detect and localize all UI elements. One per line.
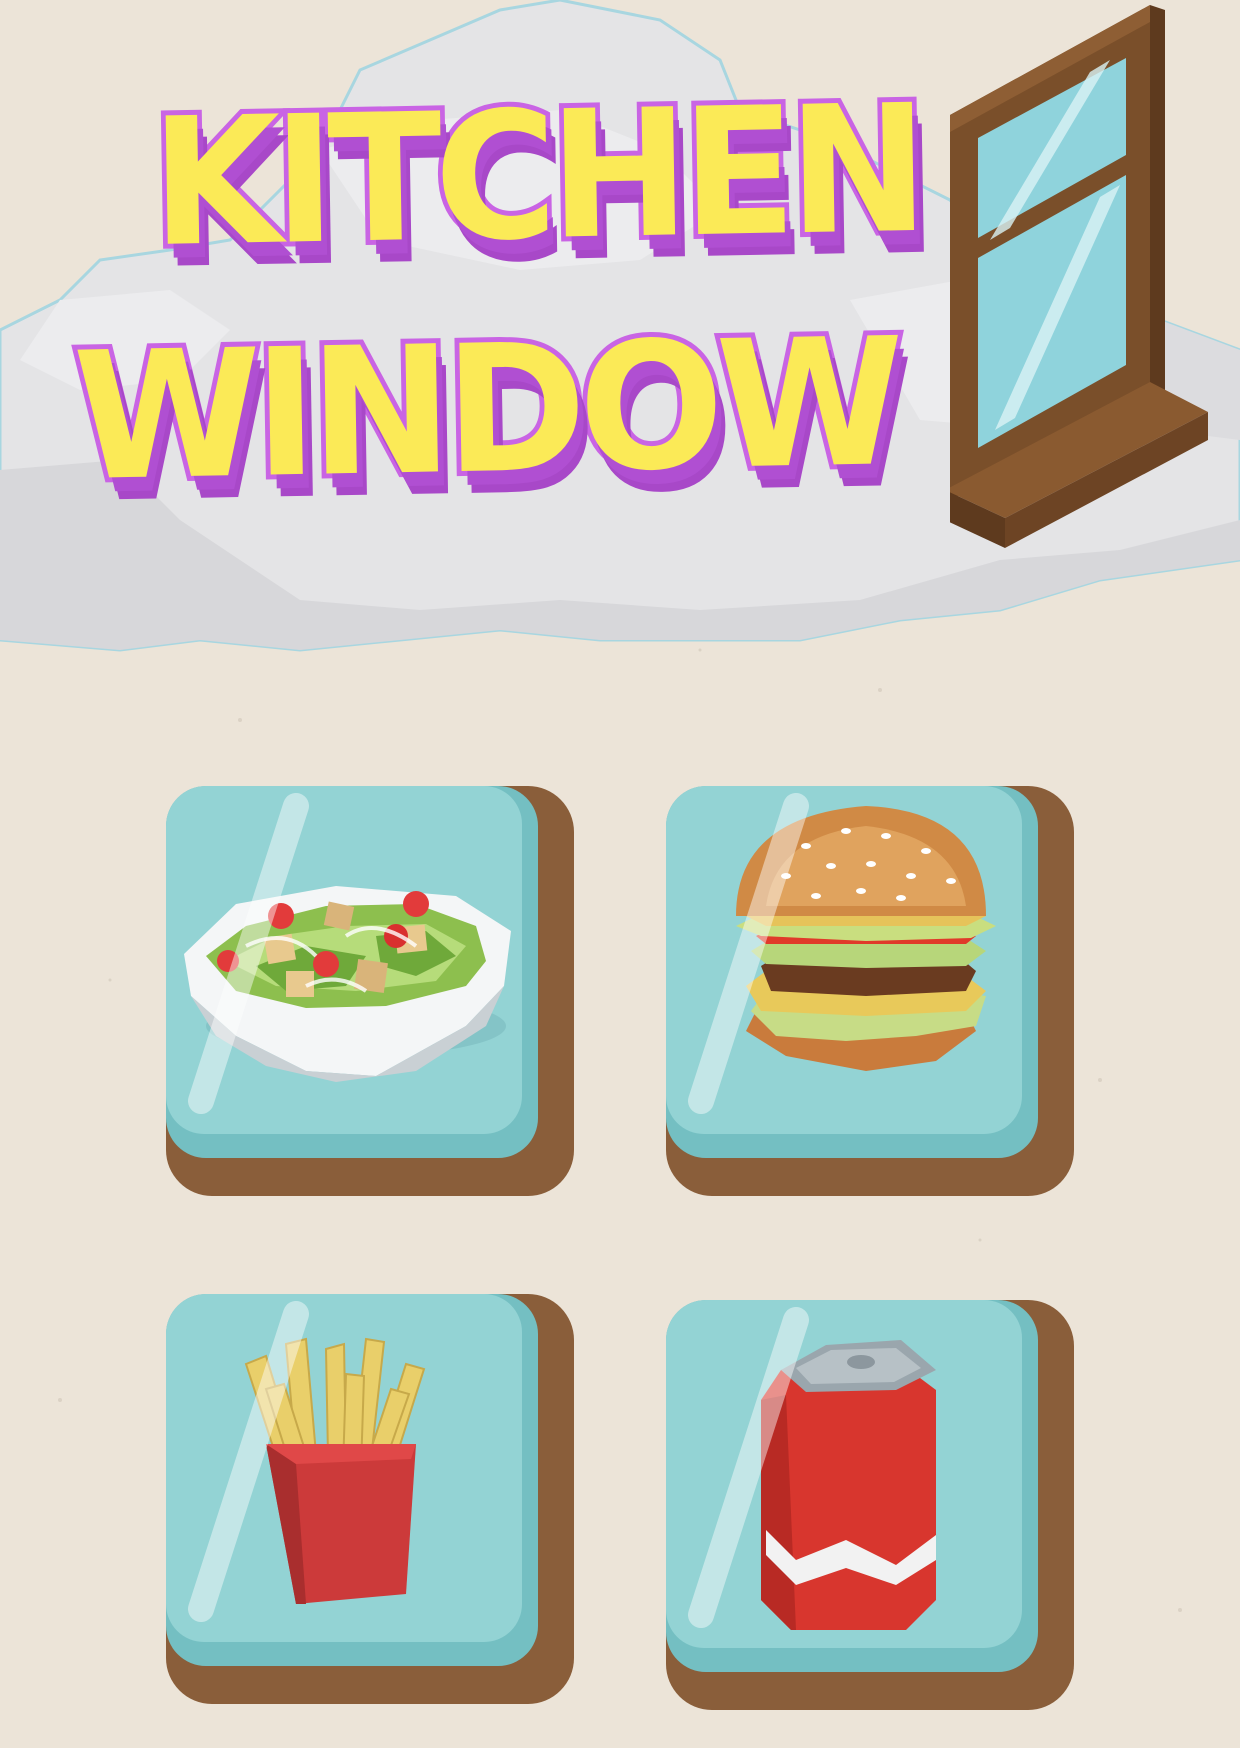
- tile-fries[interactable]: [166, 1294, 574, 1704]
- tile-burger[interactable]: [666, 786, 1074, 1196]
- title-line-2: WINDOW: [67, 295, 903, 525]
- french-fries-icon: [244, 1337, 426, 1604]
- salad-bowl-icon: [184, 886, 511, 1082]
- window-icon: [950, 5, 1208, 548]
- tile-salad[interactable]: [166, 786, 574, 1196]
- soda-can-icon: [761, 1340, 936, 1630]
- burger-icon: [736, 806, 996, 1071]
- tile-soda[interactable]: [666, 1300, 1074, 1710]
- title-line-1: KITCHEN: [145, 62, 927, 291]
